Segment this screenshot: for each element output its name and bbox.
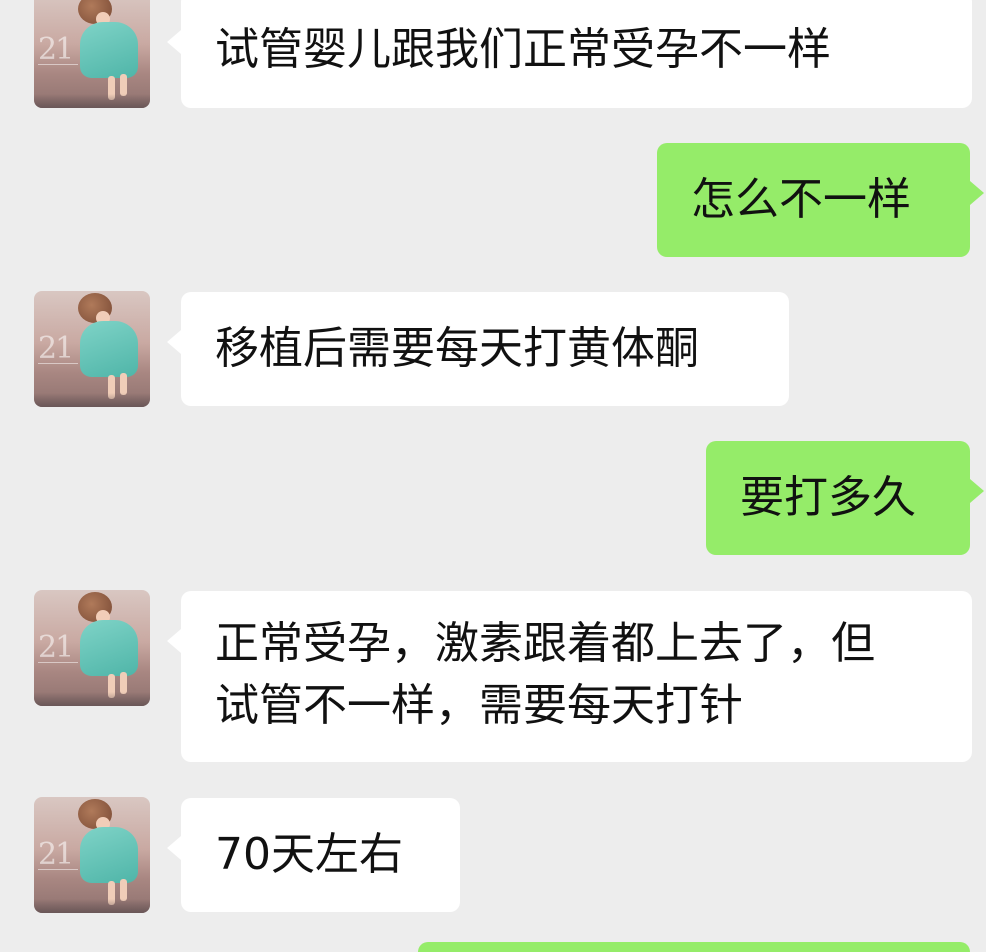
incoming-message-bubble[interactable]: 移植后需要每天打黄体酮 (167, 292, 789, 406)
message-text: 移植后需要每天打黄体酮 (215, 323, 699, 374)
message-text-line: 试管不一样，需要每天打针 (215, 680, 743, 731)
avatar-ground (34, 94, 150, 108)
avatar-ground (34, 393, 150, 407)
avatar-ground (34, 899, 150, 913)
avatar-girl-dress (80, 321, 138, 377)
contact-avatar[interactable]: 21 (34, 0, 150, 108)
avatar-girl-leg (120, 373, 127, 395)
avatar-number-label: 21 (38, 837, 74, 872)
outgoing-message-bubble[interactable]: 要打多久 (706, 441, 984, 555)
contact-avatar[interactable]: 21 (34, 291, 150, 407)
contact-avatar[interactable]: 21 (34, 797, 150, 913)
avatar-ground (34, 692, 150, 706)
avatar-divider (38, 363, 78, 364)
avatar-girl-leg (120, 74, 127, 96)
avatar-divider (38, 869, 78, 870)
avatar-number-label: 21 (38, 630, 74, 665)
avatar-divider (38, 64, 78, 65)
message-text-line: 正常受孕，激素跟着都上去了，但 (215, 618, 875, 669)
incoming-message-bubble[interactable]: 70天左右 (167, 798, 460, 912)
message-text: 要打多久 (740, 472, 916, 523)
incoming-message-bubble[interactable]: 试管婴儿跟我们正常受孕不一样 (167, 0, 972, 108)
avatar-girl-dress (80, 827, 138, 883)
avatar-number-label: 21 (38, 331, 74, 366)
avatar-girl-leg (120, 879, 127, 901)
message-text: 70天左右 (215, 829, 403, 880)
avatar-girl-dress (80, 22, 138, 78)
chat-conversation: 21 试管婴儿跟我们正常受孕不一样 怎么不一样 21 移植后需要每天打黄体酮 要… (0, 0, 986, 952)
message-text: 怎么不一样 (691, 174, 911, 225)
incoming-message-bubble[interactable]: 正常受孕，激素跟着都上去了，但 试管不一样，需要每天打针 (167, 591, 972, 762)
outgoing-message-bubble[interactable]: 怎么不一样 (657, 143, 984, 257)
avatar-divider (38, 662, 78, 663)
outgoing-message-bubble-partial[interactable] (418, 942, 970, 952)
message-text: 试管婴儿跟我们正常受孕不一样 (215, 24, 831, 75)
avatar-number-label: 21 (38, 32, 74, 67)
avatar-girl-leg (120, 672, 127, 694)
avatar-girl-dress (80, 620, 138, 676)
contact-avatar[interactable]: 21 (34, 590, 150, 706)
